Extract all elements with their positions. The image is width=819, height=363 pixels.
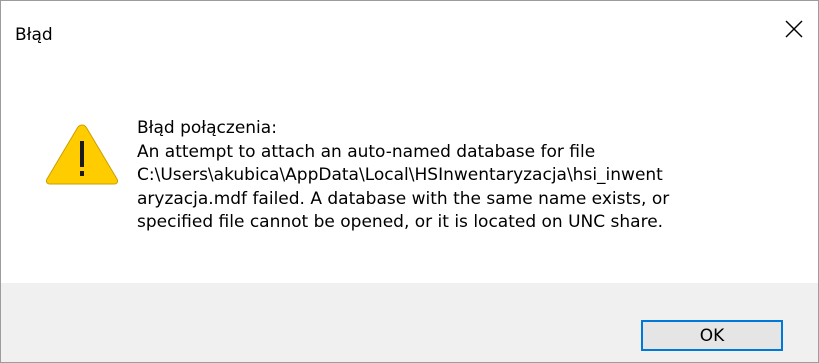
ok-button-label: OK <box>699 325 725 346</box>
message-line: Błąd połączenia: <box>137 118 277 138</box>
title-bar[interactable]: Błąd <box>1 1 818 57</box>
warning-icon <box>45 124 119 185</box>
dialog-content: Błąd połączenia: An attempt to attach an… <box>1 57 818 283</box>
message-line: specified file cannot be opened, or it i… <box>137 212 664 232</box>
close-button[interactable] <box>770 1 818 57</box>
message-line: aryzacja.mdf failed. A database with the… <box>137 188 670 209</box>
message-line: C:\Users\akubica\AppData\Local\HSInwenta… <box>137 165 663 185</box>
ok-button[interactable]: OK <box>641 320 783 351</box>
error-dialog: Błąd Błąd połączenia: An attempt to atta… <box>0 0 819 363</box>
close-icon <box>785 20 803 38</box>
button-bar: OK <box>1 283 818 362</box>
dialog-title: Błąd <box>15 25 53 45</box>
error-message: Błąd połączenia: An attempt to attach an… <box>137 117 797 235</box>
message-line: An attempt to attach an auto-named datab… <box>137 141 596 162</box>
